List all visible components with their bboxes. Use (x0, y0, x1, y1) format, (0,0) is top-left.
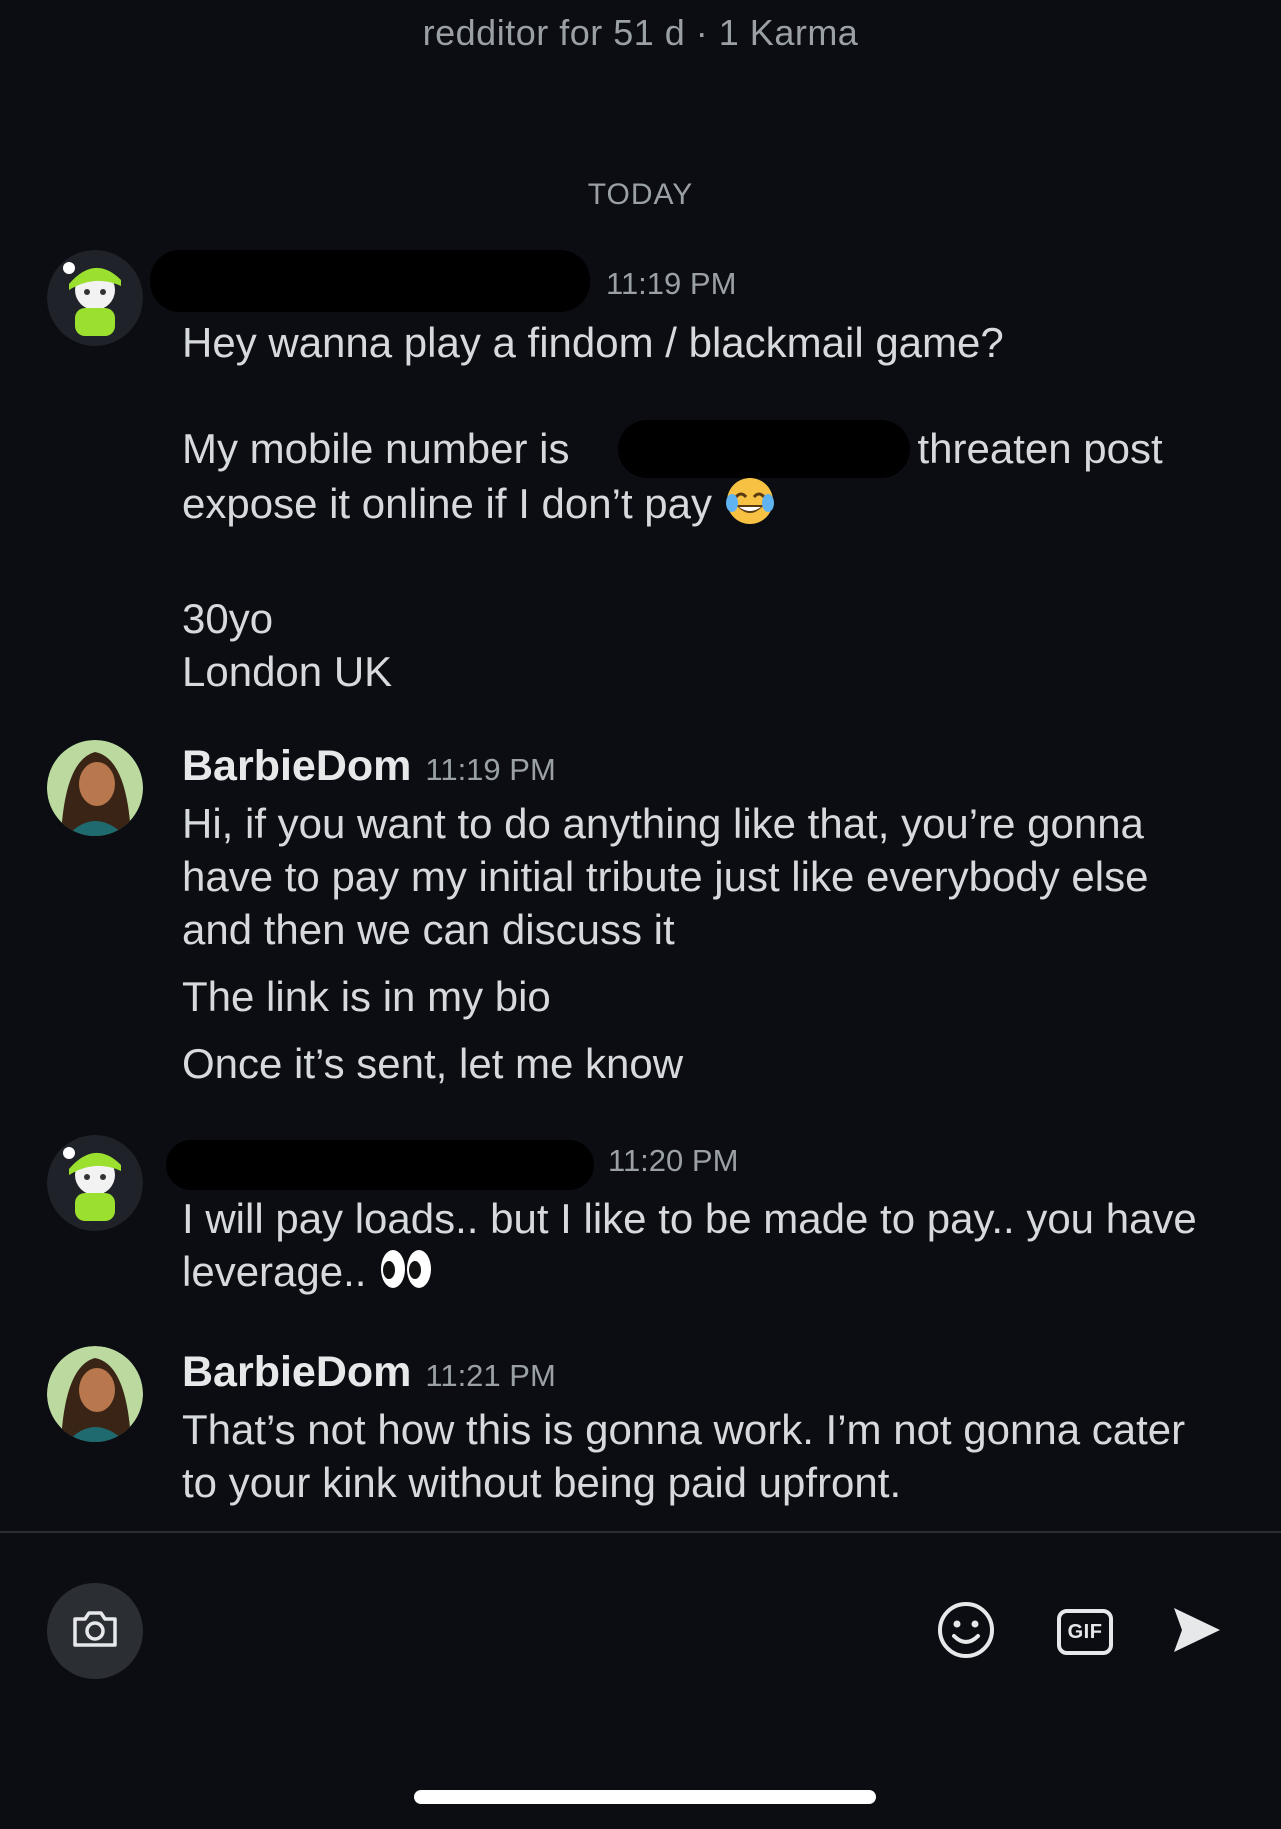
message-timestamp: 11:20 PM (608, 1143, 739, 1178)
message-line: Hi, if you want to do anything like that… (182, 800, 1149, 953)
gif-button[interactable]: GIF (1053, 1600, 1117, 1664)
barbiedom-avatar[interactable] (47, 1346, 143, 1442)
message-line: I will pay loads.. but I like to be made… (182, 1195, 1197, 1295)
green-snoo-avatar[interactable] (47, 250, 143, 346)
message-line: Hey wanna play a findom / blackmail game… (182, 319, 1004, 366)
emoji-button[interactable] (934, 1600, 998, 1664)
eyes-emoji (378, 1246, 434, 1304)
redacted-username-scribble (166, 1140, 594, 1190)
message-timestamp: 11:19 PM (606, 266, 737, 301)
tears-of-joy-emoji (724, 475, 776, 539)
account-age-karma: redditor for 51 d · 1 Karma (422, 12, 859, 53)
redacted-username-scribble (150, 250, 590, 312)
message-line: London UK (182, 648, 393, 695)
camera-icon (71, 1609, 119, 1654)
green-snoo-avatar[interactable] (47, 1135, 143, 1231)
message-timestamp: 11:19 PM (425, 752, 556, 787)
gif-icon: GIF (1057, 1609, 1113, 1655)
author-name[interactable]: BarbieDom (182, 742, 411, 791)
author-name[interactable]: BarbieDom (182, 1348, 411, 1397)
send-icon (1170, 1604, 1224, 1661)
message-line: My mobile number is (182, 425, 570, 472)
smiley-icon (936, 1600, 996, 1665)
composer-divider (0, 1531, 1281, 1533)
home-indicator (414, 1790, 876, 1804)
date-divider: TODAY (587, 178, 694, 211)
message-line: Once it’s sent, let me know (182, 1040, 684, 1087)
message-timestamp: 11:21 PM (425, 1358, 556, 1393)
gif-label: GIF (1067, 1620, 1103, 1643)
message-line: That’s not how this is gonna work. I’m n… (182, 1406, 1186, 1506)
camera-button[interactable] (47, 1583, 143, 1679)
message-line: The link is in my bio (182, 973, 551, 1020)
message-line: 30yo (182, 595, 274, 642)
redacted-phone-number (618, 420, 910, 478)
barbiedom-avatar[interactable] (47, 740, 143, 836)
send-button[interactable] (1165, 1600, 1229, 1664)
